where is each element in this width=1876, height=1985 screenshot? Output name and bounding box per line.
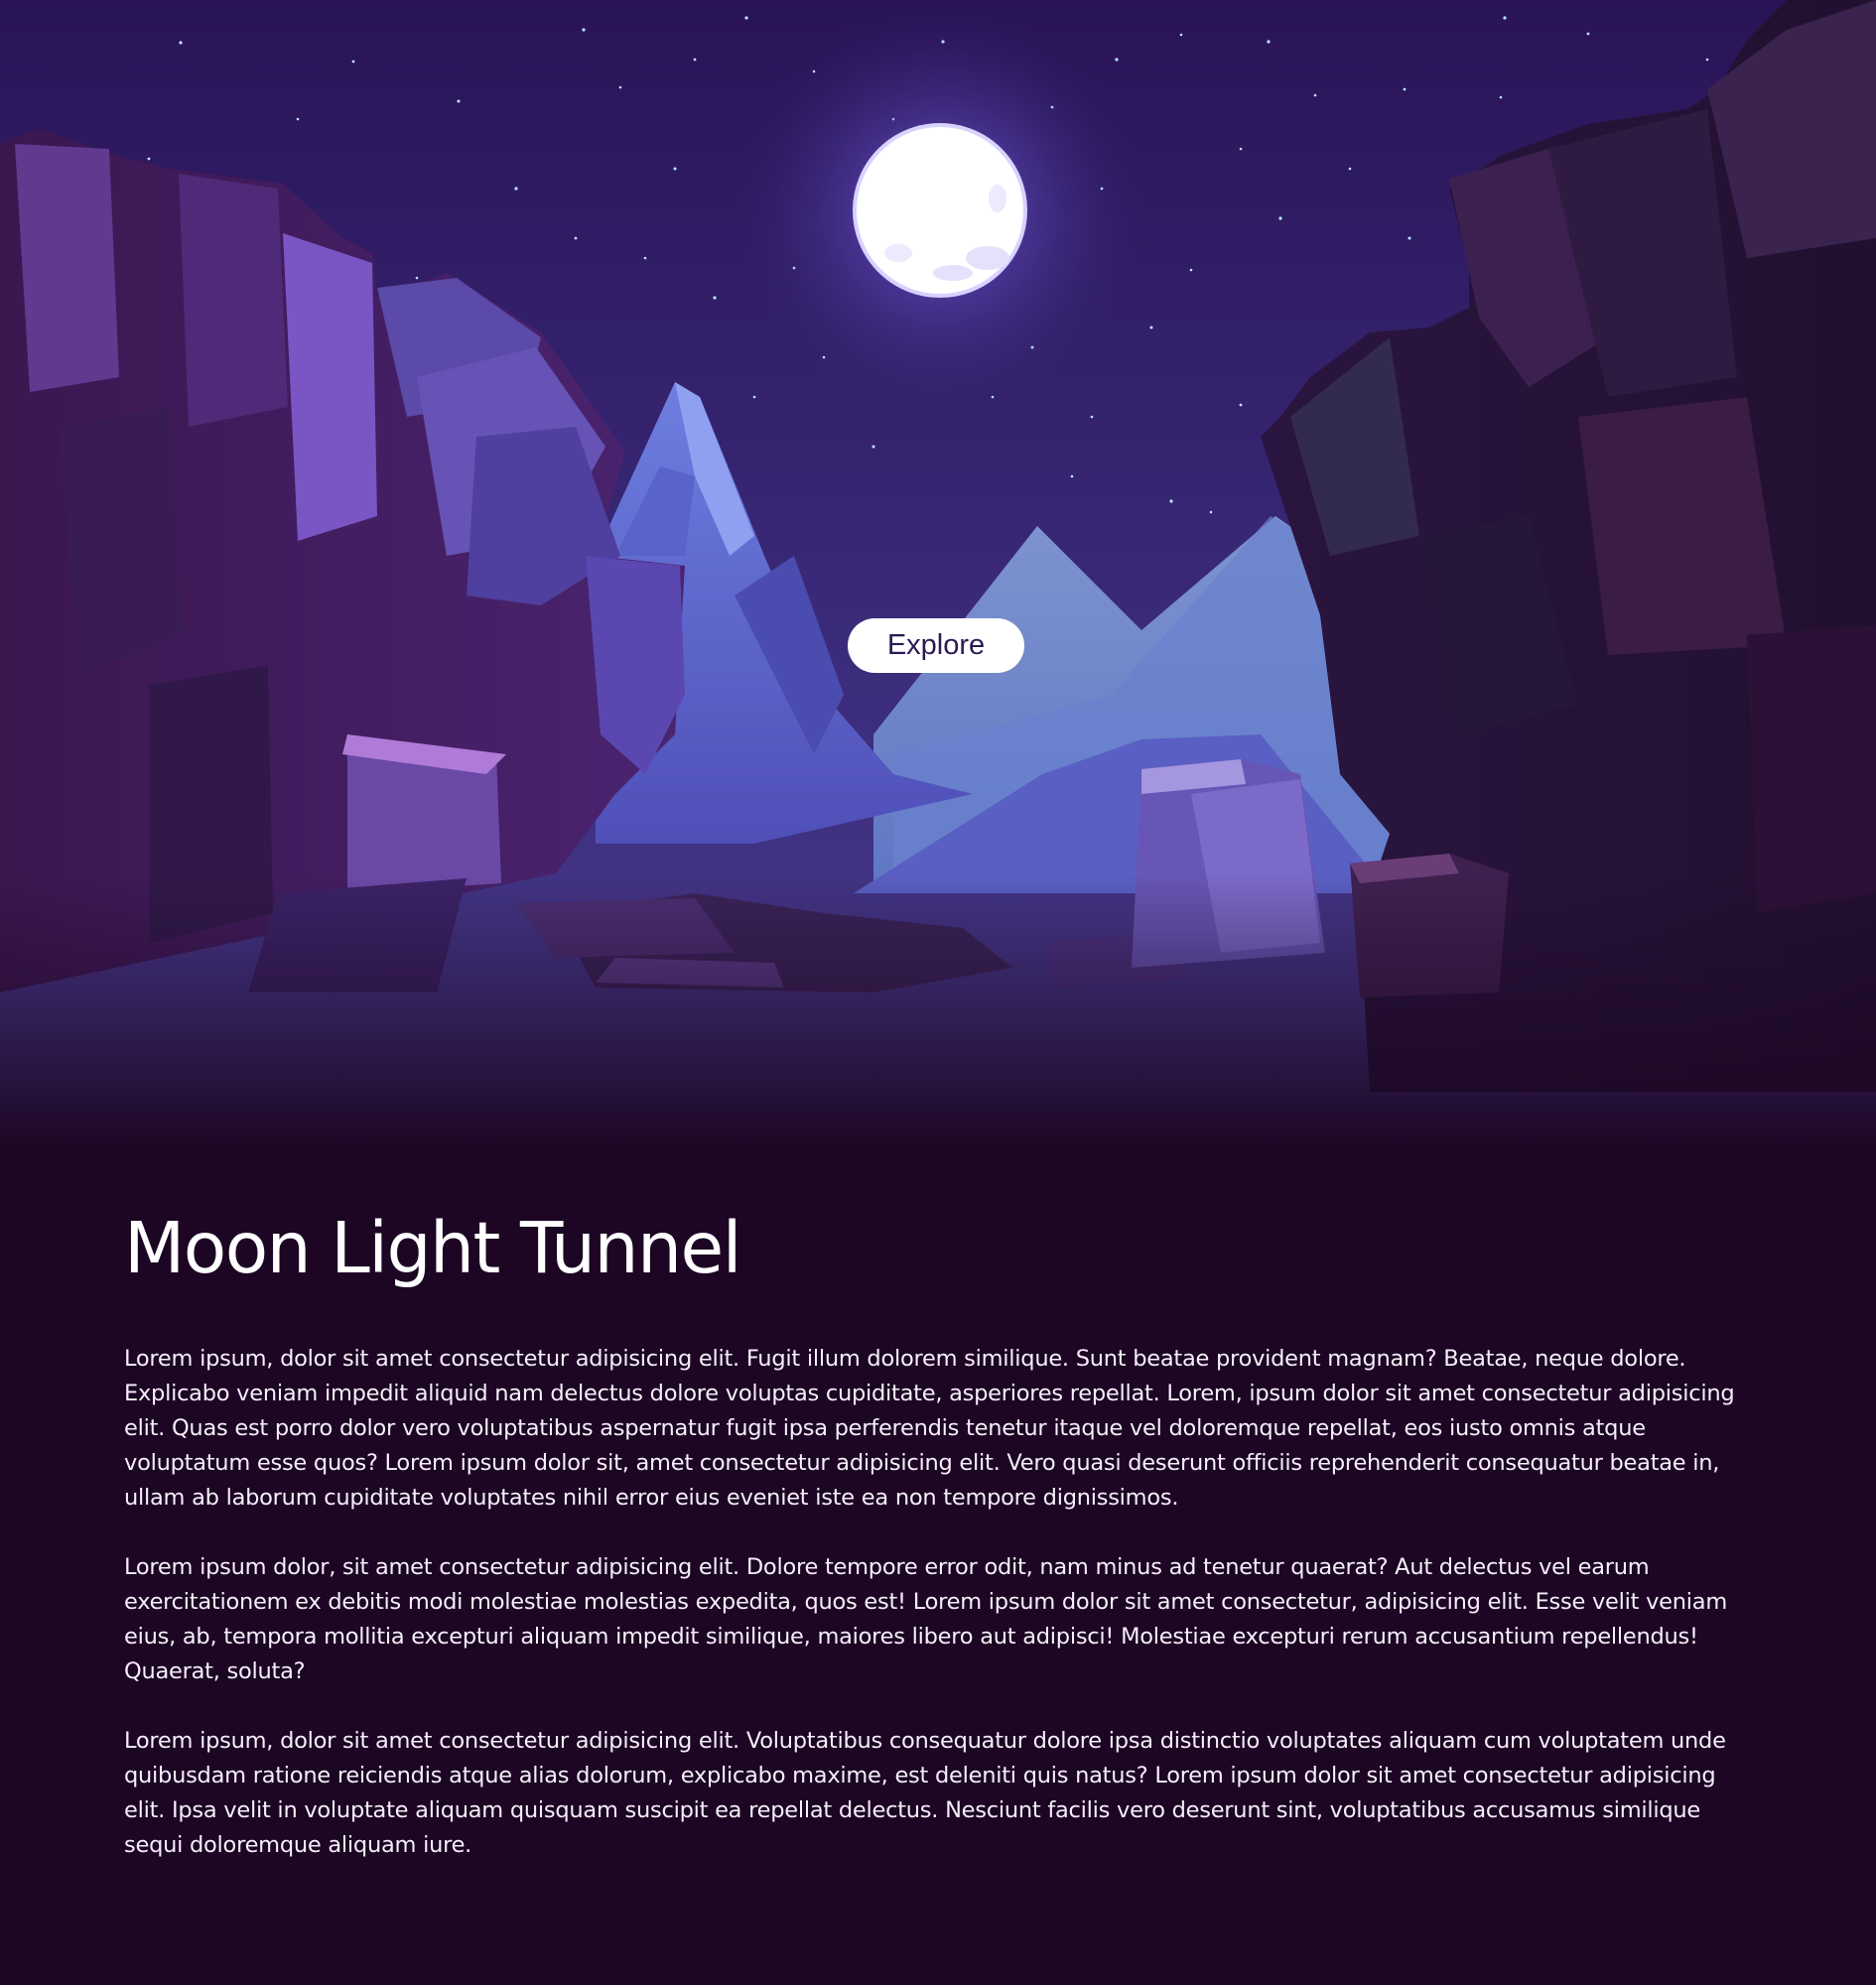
article-title: Moon Light Tunnel	[124, 1207, 741, 1289]
article-paragraph: Lorem ipsum, dolor sit amet consectetur …	[124, 1346, 1735, 1511]
article-section: Moon Light Tunnel Lorem ipsum, dolor sit…	[124, 1201, 1757, 1898]
page: Explore Moon Light Tunnel Lorem ipsum, d…	[0, 0, 1876, 1985]
explore-button[interactable]: Explore	[848, 618, 1024, 673]
article-paragraph: Lorem ipsum dolor, sit amet consectetur …	[124, 1554, 1727, 1684]
moonlit-canyon-illustration	[0, 0, 1876, 1151]
hero-section: Explore	[0, 0, 1876, 1151]
moon	[853, 123, 1027, 298]
article-paragraph: Lorem ipsum, dolor sit amet consectetur …	[124, 1728, 1726, 1858]
